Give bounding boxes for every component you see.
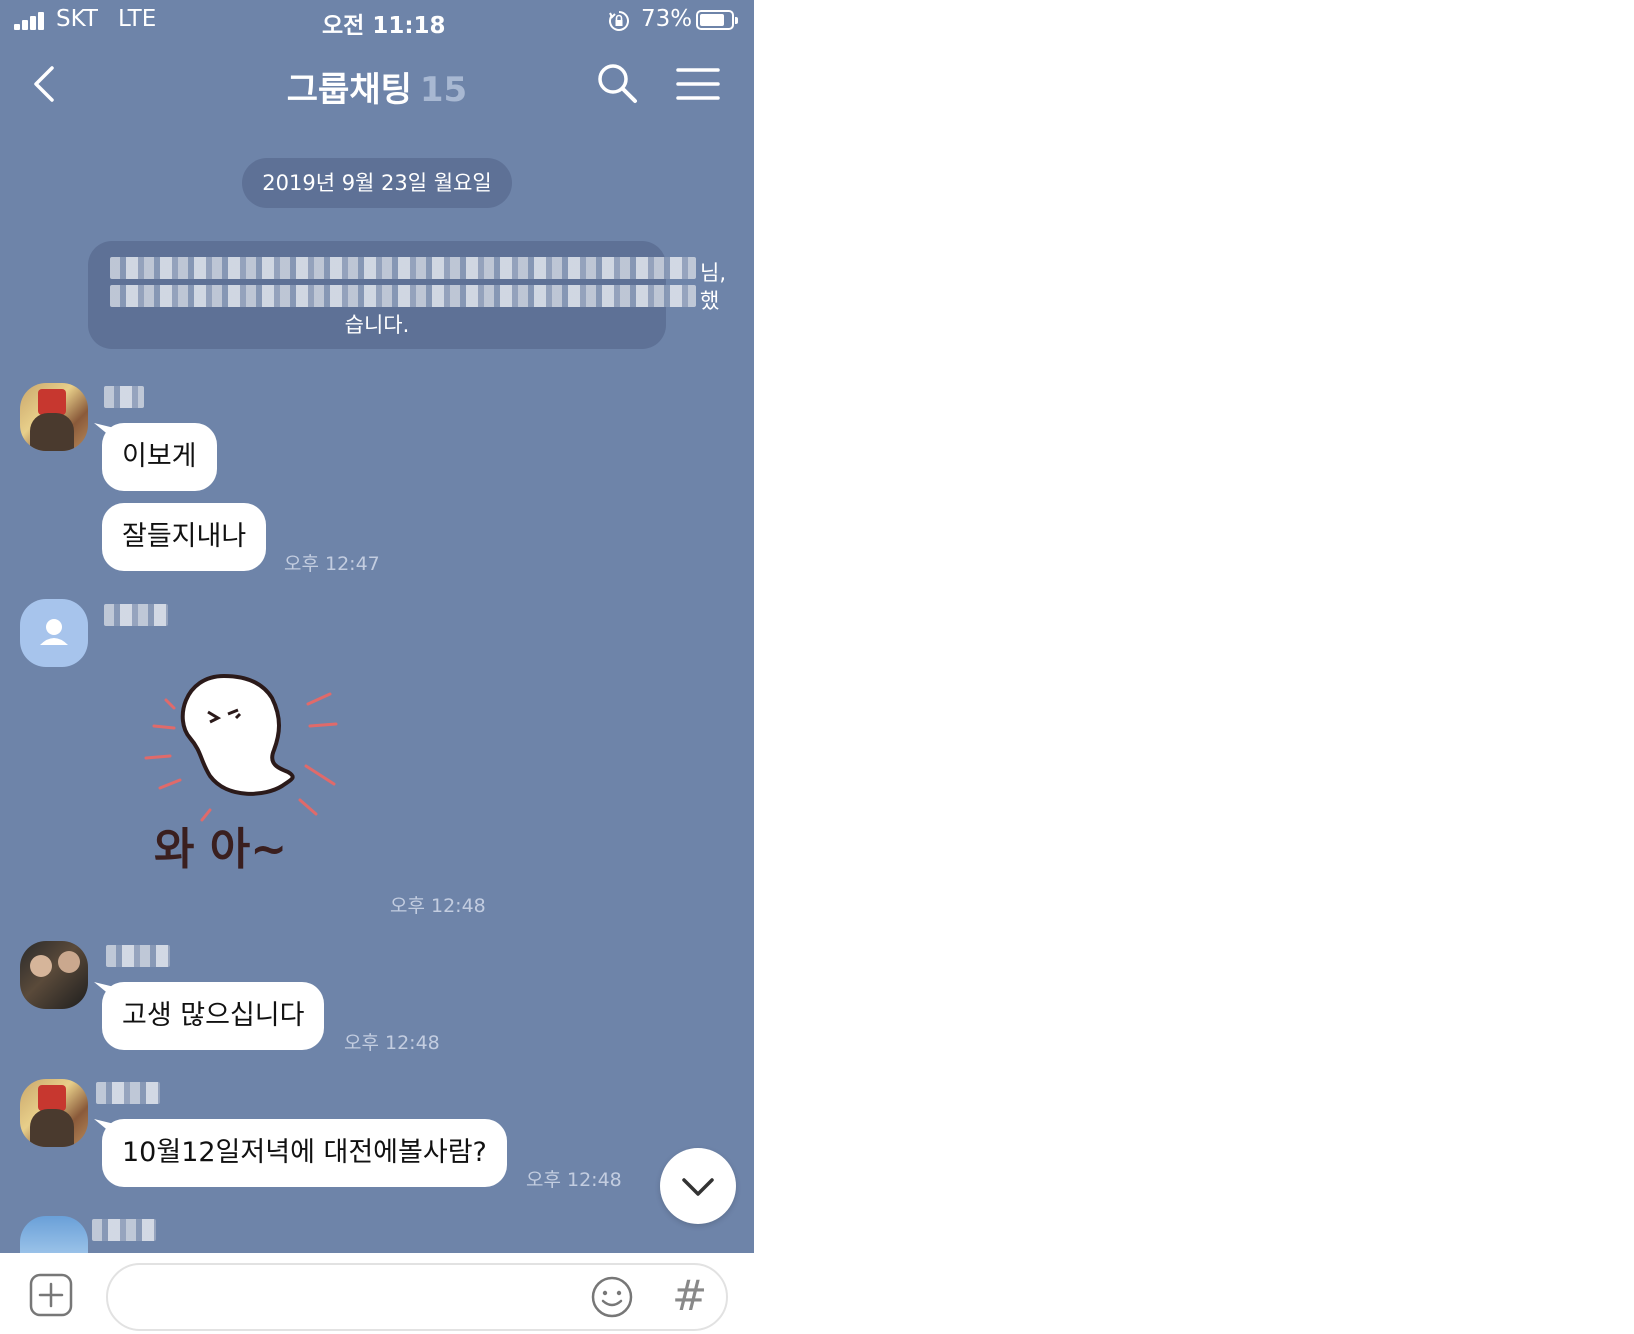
avatar[interactable] — [20, 941, 88, 1009]
avatar[interactable] — [20, 383, 88, 451]
hamburger-menu-icon[interactable] — [676, 66, 720, 102]
signal-icon — [14, 10, 50, 30]
plus-square-icon[interactable] — [29, 1273, 73, 1317]
status-time: 오전 11:18 — [322, 13, 446, 39]
chat-title-text: 그룹채팅 — [286, 70, 412, 110]
sender-name-blurred — [92, 1219, 156, 1241]
battery-icon — [696, 10, 738, 30]
carrier-label: SKT — [56, 6, 98, 32]
person-icon — [40, 619, 68, 645]
sticker-image[interactable]: 와 아~ — [140, 668, 360, 878]
sender-name-blurred — [96, 1082, 160, 1104]
battery-percent: 73% — [641, 6, 693, 32]
notice-text-fragment: 님, — [700, 261, 726, 285]
phone-screen: SKT LTE 오전 11:18 73% 그룹채팅 15 2019년 9월 23… — [0, 0, 754, 1334]
sender-name-blurred — [106, 945, 170, 967]
message-bubble[interactable]: 10월12일저녁에 대전에볼사람? — [102, 1119, 507, 1187]
hashtag-button[interactable]: # — [672, 1271, 707, 1320]
status-bar: SKT LTE 오전 11:18 73% — [0, 0, 754, 40]
message-bubble[interactable]: 잘들지내나 — [102, 503, 267, 571]
default-avatar[interactable] — [20, 599, 88, 667]
message-bubble[interactable]: 고생 많으십니다 — [102, 982, 325, 1050]
network-label: LTE — [118, 6, 157, 32]
message-timestamp: 오후 12:48 — [344, 1032, 440, 1054]
notice-text-fragment: 했 — [700, 289, 720, 313]
sender-name-blurred — [104, 604, 168, 626]
avatar[interactable] — [20, 1079, 88, 1147]
chat-area: SKT LTE 오전 11:18 73% 그룹채팅 15 2019년 9월 23… — [0, 0, 754, 1253]
chat-title: 그룹채팅 15 — [0, 62, 754, 111]
message-timestamp: 오후 12:48 — [526, 1169, 622, 1191]
search-icon[interactable] — [596, 62, 638, 104]
message-timestamp: 오후 12:48 — [390, 895, 486, 917]
message-timestamp: 오후 12:47 — [284, 553, 380, 575]
input-bar: # — [0, 1253, 754, 1334]
message-input[interactable] — [106, 1263, 728, 1331]
date-divider: 2019년 9월 23일 월요일 — [242, 158, 512, 208]
rotation-lock-icon — [609, 11, 629, 31]
emoticon-icon[interactable] — [590, 1275, 634, 1319]
avatar[interactable] — [20, 1216, 88, 1253]
chevron-down-icon — [682, 1178, 714, 1196]
scroll-to-bottom-button[interactable] — [660, 1148, 736, 1224]
blurred-text — [110, 257, 696, 279]
notice-text-end: 습니다. — [344, 313, 410, 337]
system-notice: 님, 했 습니다. — [88, 241, 726, 349]
member-count: 15 — [419, 70, 468, 110]
message-bubble[interactable]: 이보게 — [102, 423, 217, 491]
sender-name-blurred — [104, 386, 144, 408]
sticker-caption: 와 아~ — [154, 824, 287, 875]
blurred-text — [110, 285, 696, 307]
